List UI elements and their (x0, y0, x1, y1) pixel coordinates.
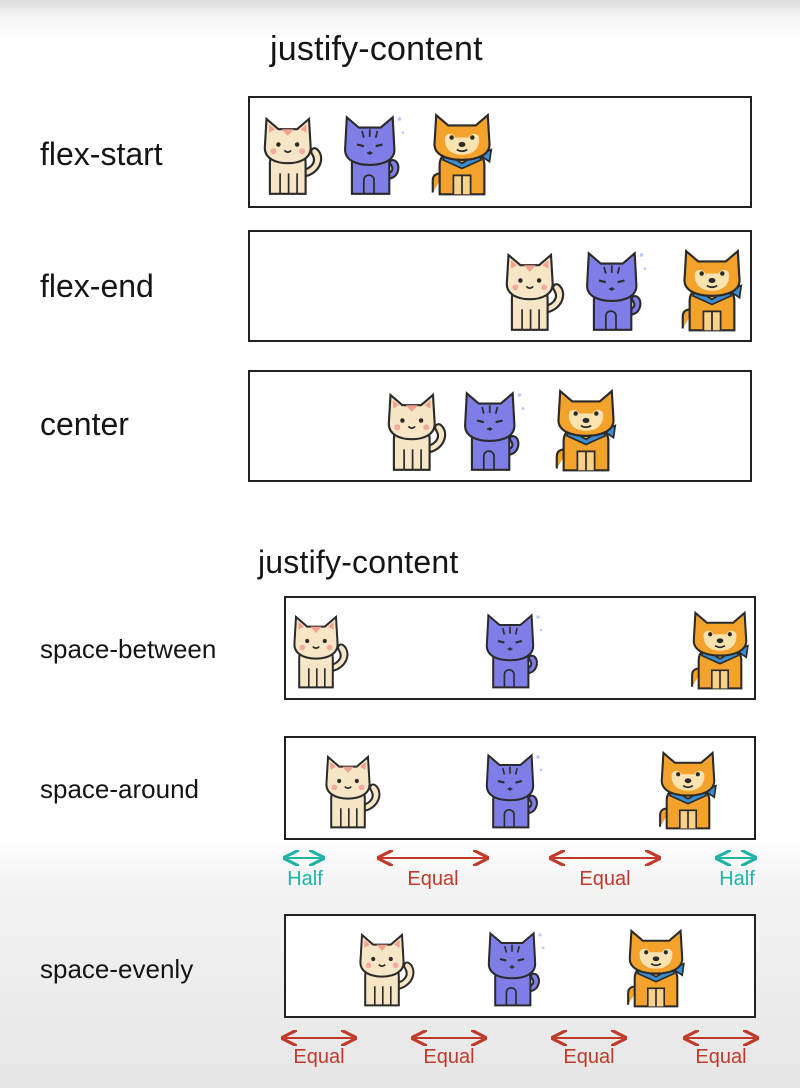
shiba-dog-icon (686, 608, 754, 690)
row-label-space-around: space-around (40, 774, 199, 804)
flex-container-space-between (284, 596, 756, 700)
annotation-evenly-equal-4: Equal (695, 1046, 747, 1068)
shiba-dog-icon (550, 386, 622, 472)
annotation-equal-1: Equal (407, 868, 459, 890)
row-label-flex-end: flex-end (40, 268, 154, 304)
shiba-dog-icon (654, 748, 722, 830)
shiba-dog-icon (622, 926, 690, 1008)
shiba-dog-icon (426, 110, 498, 196)
annotation-evenly-equal-2: Equal (423, 1046, 475, 1068)
cream-cat-icon (382, 386, 450, 472)
row-label-space-evenly: space-evenly (40, 954, 194, 984)
cream-cat-icon (500, 246, 568, 332)
blue-cat-icon (340, 110, 408, 196)
row-label-flex-start: flex-start (40, 136, 163, 172)
section-heading-top: justify-content (270, 30, 483, 68)
flex-container-flex-start (248, 96, 752, 208)
cream-cat-icon (320, 748, 384, 830)
blue-cat-icon (482, 748, 546, 830)
annotation-evenly-equal-3: Equal (563, 1046, 615, 1068)
blue-cat-icon (460, 386, 528, 472)
annotation-evenly-equal-1: Equal (293, 1046, 345, 1068)
flex-container-flex-end (248, 230, 752, 342)
space-evenly-arrows (0, 1026, 800, 1050)
annotation-half-right: Half (719, 868, 755, 890)
row-label-center: center (40, 406, 129, 442)
space-around-arrows (0, 846, 800, 870)
row-label-space-between: space-between (40, 634, 217, 664)
annotation-half-left: Half (287, 868, 323, 890)
shiba-dog-icon (676, 246, 748, 332)
cream-cat-icon (258, 110, 326, 196)
blue-cat-icon (482, 608, 546, 690)
flex-container-space-around (284, 736, 756, 840)
section-heading-bottom: justify-content (258, 544, 459, 580)
cream-cat-icon (354, 926, 418, 1008)
flex-container-space-evenly (284, 914, 756, 1018)
blue-cat-icon (582, 246, 650, 332)
annotation-equal-2: Equal (579, 868, 631, 890)
cream-cat-icon (288, 608, 352, 690)
blue-cat-icon (484, 926, 548, 1008)
flex-container-center (248, 370, 752, 482)
